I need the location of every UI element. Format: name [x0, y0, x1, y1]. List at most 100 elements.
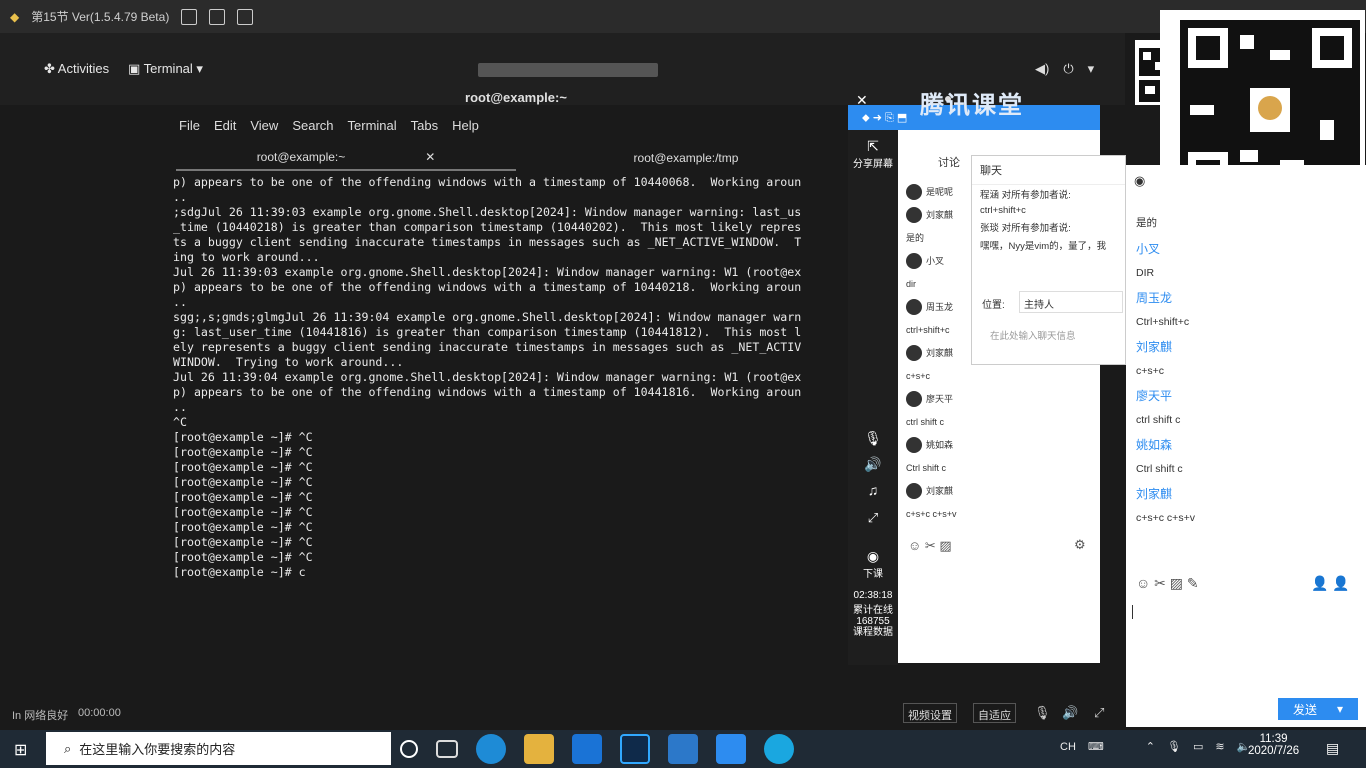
position-select[interactable]: 主持人 — [1019, 291, 1123, 313]
tencent-classroom-icon[interactable] — [716, 734, 746, 764]
ime-indicator[interactable]: CH — [1060, 741, 1076, 753]
file-explorer-icon[interactable] — [524, 734, 554, 764]
keyboard-icon[interactable]: ⌨ — [1088, 740, 1104, 753]
chat-input-caret[interactable] — [1132, 605, 1133, 619]
tencent-sidebar: ⇱ 分享屏幕 🎙 🔊 ♫ ⤢ ◉ 下课 02:38:18 累计在线 168755… — [848, 130, 898, 665]
sender-name: 是呢呢 — [926, 187, 954, 197]
menu-search[interactable]: Search — [292, 118, 333, 140]
task-view-icon[interactable] — [436, 740, 458, 758]
mail-icon[interactable] — [572, 734, 602, 764]
message-text: Ctrl shift c — [1136, 463, 1183, 475]
share-screen-button[interactable]: ⇱ 分享屏幕 — [848, 138, 898, 170]
terminal-line: _time (10440218) is greater than compari… — [173, 220, 802, 234]
terminal-menubar: File Edit View Search Terminal Tabs Help — [176, 118, 856, 140]
sender-name: 刘家麒 — [926, 348, 954, 358]
terminal-line: g: last_user_time (10441816) is greater … — [173, 325, 802, 339]
chevron-down-icon[interactable]: ▾ — [1088, 61, 1095, 77]
message-text: c+s+c — [1136, 365, 1165, 377]
edit-icon[interactable] — [181, 8, 198, 25]
menu-help[interactable]: Help — [452, 118, 479, 140]
sender-name: 刘家麒 — [1136, 487, 1173, 501]
message-text: DIR — [1136, 267, 1155, 279]
activities-button[interactable]: ✤ Activities — [44, 61, 109, 77]
terminal-line: WINDOW. Trying to work around... — [173, 355, 404, 369]
chat-input-placeholder[interactable]: 在此处输入聊天信息 — [990, 328, 1076, 342]
terminal-line: [root@example ~]# ^C — [173, 460, 313, 474]
photoshop-icon[interactable] — [620, 734, 650, 764]
mic-icon[interactable]: 🎙 — [848, 430, 898, 447]
terminal-line: ing to work around... — [173, 250, 320, 264]
battery-icon[interactable]: ▭ — [1193, 740, 1203, 753]
user-icon[interactable]: 👤 👤 — [1311, 575, 1350, 592]
video-settings-button[interactable]: 视频设置 — [903, 703, 957, 723]
wifi-icon[interactable]: ≋ — [1215, 740, 1224, 753]
terminal-line: [root@example ~]# ^C — [173, 430, 313, 444]
tab-root-tmp[interactable]: root@example:/tmp — [516, 145, 856, 171]
notification-icon[interactable]: ▤ — [1326, 740, 1339, 757]
terminal-icon: ▣ — [128, 61, 144, 76]
sender-name: 廖天平 — [1136, 389, 1173, 403]
fullscreen-icon[interactable]: ⤢ — [848, 510, 898, 526]
gear-icon[interactable]: ⚙ — [1074, 537, 1086, 553]
edge-icon[interactable] — [476, 734, 506, 764]
sender-name: 周玉龙 — [926, 302, 954, 312]
system-tray[interactable]: ◀) ⏻ ▾ — [1035, 61, 1094, 77]
search-icon: ⌕ — [64, 740, 72, 756]
activities-icon: ✤ — [44, 61, 58, 76]
message-text: Ctrl+shift+c — [1136, 316, 1190, 328]
menu-tabs[interactable]: Tabs — [411, 118, 438, 140]
music-icon[interactable]: ♫ — [848, 482, 898, 498]
power-icon[interactable]: ⏻ — [1063, 61, 1073, 77]
terminal-line: ts a buggy client sending inaccurate tim… — [173, 235, 802, 249]
tab-discussion[interactable]: 讨论 — [938, 154, 960, 170]
tab-root-home[interactable]: root@example:~ ✕ — [176, 145, 516, 171]
volume-icon[interactable]: ◀) — [1035, 61, 1049, 77]
terminal-line: .. — [173, 190, 187, 204]
speaker-icon[interactable]: 🔊 — [1062, 705, 1078, 721]
mic-mute-icon[interactable]: 🎙 — [1034, 705, 1051, 721]
avatar — [906, 183, 922, 200]
chevron-up-icon[interactable]: ⌃ — [1146, 740, 1155, 753]
right-chat-panel: ◉ 是的 小叉 DIR 周玉龙 Ctrl+shift+c 刘家麒 c+s+c 廖天平 ctrl … — [1126, 165, 1366, 727]
video-app-icon[interactable] — [764, 734, 794, 764]
cortana-icon[interactable] — [400, 740, 418, 758]
emoji-toolbar-right[interactable]: ☺ ✂ ▨ ✎ — [1136, 575, 1199, 592]
elapsed-time: 00:00:00 — [78, 707, 121, 719]
message-text: 是的 — [1136, 217, 1157, 229]
terminal-line: ;sdgJul 26 11:39:03 example org.gnome.Sh… — [173, 205, 802, 219]
message-text: c+s+c c+s+v — [1136, 512, 1195, 524]
snip-icon[interactable] — [668, 734, 698, 764]
mic-icon[interactable]: 🎙 — [1167, 740, 1181, 753]
taskbar-clock[interactable]: 11:39 2020/7/26 — [1248, 733, 1299, 757]
terminal-line: [root@example ~]# ^C — [173, 535, 313, 549]
menu-view[interactable]: View — [250, 118, 278, 140]
speaker-icon[interactable]: 🔊 — [848, 456, 898, 473]
sender-name: 周玉龙 — [1136, 291, 1173, 305]
menu-edit[interactable]: Edit — [214, 118, 236, 140]
sender-name: 刘家麒 — [1136, 340, 1173, 354]
fullscreen-icon[interactable]: ⤢ — [1094, 705, 1104, 721]
list-item: 姚如森 — [906, 433, 1096, 456]
chevron-down-icon[interactable]: ▾ — [1337, 702, 1343, 716]
avatar — [906, 252, 922, 269]
message-text: c+s+c — [906, 370, 931, 381]
emoji-toolbar[interactable]: ☺ ✂ ▨ — [908, 538, 952, 554]
menu-terminal[interactable]: Terminal — [348, 118, 397, 140]
send-button[interactable]: 发送 ▾ — [1278, 698, 1358, 720]
menu-file[interactable]: File — [179, 118, 200, 140]
adapt-button[interactable]: 自适应 — [973, 703, 1016, 723]
close-icon[interactable]: ✕ — [856, 92, 868, 109]
windows-start-icon[interactable]: ⊞ — [14, 740, 27, 760]
terminal-output[interactable]: p) appears to be one of the offending wi… — [173, 175, 849, 605]
close-icon[interactable]: ✕ — [425, 150, 435, 164]
sender-name: 小叉 — [926, 256, 945, 266]
home-icon[interactable] — [237, 8, 254, 25]
terminal-app-menu[interactable]: ▣ Terminal ▾ — [128, 61, 203, 77]
terminal-line: [root@example ~]# ^C — [173, 445, 313, 459]
taskbar-search[interactable]: ⌕ 在这里输入你要搜索的内容 — [46, 732, 391, 765]
share-icon[interactable] — [209, 8, 226, 25]
tencent-toolbar-icons[interactable]: ⬥ ➜ ⎘ ⬒ — [862, 111, 907, 125]
leave-class-button[interactable]: ◉ 下课 — [848, 548, 898, 580]
terminal-line: sgg;,s;gmds;glmgJul 26 11:39:04 example … — [173, 310, 802, 324]
clock-redacted[interactable] — [478, 63, 658, 77]
